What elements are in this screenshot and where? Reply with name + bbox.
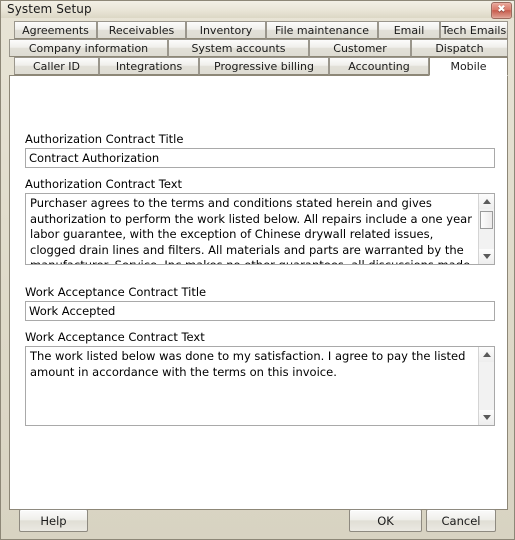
tab-label: Dispatch <box>435 41 484 55</box>
tab-panel-mobile: Authorization Contract Title Contract Au… <box>9 75 508 510</box>
tab-progressive-billing[interactable]: Progressive billing <box>199 57 329 75</box>
auth-contract-text-value: Purchaser agrees to the terms and condit… <box>30 196 472 265</box>
tab-label: Tech Emails <box>441 23 507 37</box>
scroll-down-icon[interactable] <box>479 249 494 264</box>
tab-caller-id[interactable]: Caller ID <box>14 57 99 75</box>
tab-control: Agreements Receivables Inventory File maint… <box>9 21 508 510</box>
tab-label: Customer <box>333 41 387 55</box>
tab-label: Progressive billing <box>214 59 314 73</box>
tab-label: Receivables <box>108 23 175 37</box>
tab-label: Caller ID <box>32 59 81 73</box>
work-acceptance-text-area[interactable]: The work listed below was done to my sat… <box>25 346 495 426</box>
tab-receivables[interactable]: Receivables <box>97 21 186 39</box>
auth-text-scrollbar[interactable] <box>478 194 494 264</box>
ok-button[interactable]: OK <box>349 509 422 532</box>
title-bar: System Setup ✖ <box>1 1 514 19</box>
scrollbar-thumb[interactable] <box>480 211 493 229</box>
work-acceptance-scrollbar[interactable] <box>478 347 494 425</box>
auth-contract-text-label: Authorization Contract Text <box>25 177 183 191</box>
system-setup-window: System Setup ✖ Agreements Receivables Inve… <box>0 0 515 540</box>
tab-label: Inventory <box>199 23 253 37</box>
scroll-up-icon[interactable] <box>479 347 494 362</box>
tab-row-3: Caller ID Integrations Progressive billing… <box>9 57 508 76</box>
scroll-down-icon[interactable] <box>479 410 494 425</box>
tab-row-2: Company information System accounts Custom… <box>9 39 508 57</box>
close-button[interactable]: ✖ <box>491 2 512 19</box>
tab-email[interactable]: Email <box>378 21 440 39</box>
tab-agreements[interactable]: Agreements <box>14 21 97 39</box>
tab-label: Agreements <box>22 23 89 37</box>
work-acceptance-title-input[interactable]: Work Accepted <box>25 301 495 321</box>
tab-company-information[interactable]: Company information <box>9 39 168 57</box>
work-acceptance-text-value: The work listed below was done to my sat… <box>30 349 466 379</box>
cancel-button[interactable]: Cancel <box>426 509 496 532</box>
tab-label: File maintenance <box>275 23 369 37</box>
tab-label: Company information <box>28 41 149 55</box>
tab-label: System accounts <box>191 41 286 55</box>
window-title: System Setup <box>7 2 92 16</box>
tab-label: Mobile <box>450 60 487 73</box>
tab-integrations[interactable]: Integrations <box>99 57 199 75</box>
tab-row-1: Agreements Receivables Inventory File maint… <box>9 21 508 39</box>
tab-dispatch[interactable]: Dispatch <box>411 39 508 57</box>
work-acceptance-text-label: Work Acceptance Contract Text <box>25 330 205 344</box>
tab-label: Accounting <box>348 59 410 73</box>
tab-customer[interactable]: Customer <box>309 39 411 57</box>
tab-mobile[interactable]: Mobile <box>429 57 508 76</box>
auth-contract-title-label: Authorization Contract Title <box>25 132 184 146</box>
work-acceptance-title-label: Work Acceptance Contract Title <box>25 285 207 299</box>
auth-contract-text-area[interactable]: Purchaser agrees to the terms and condit… <box>25 193 495 265</box>
tab-accounting[interactable]: Accounting <box>329 57 429 75</box>
tab-file-maintenance[interactable]: File maintenance <box>266 21 378 39</box>
scroll-up-icon[interactable] <box>479 194 494 209</box>
close-icon: ✖ <box>497 4 506 15</box>
tab-inventory[interactable]: Inventory <box>186 21 266 39</box>
tab-label: Email <box>393 23 425 37</box>
tab-label: Integrations <box>115 59 183 73</box>
help-button[interactable]: Help <box>19 509 88 532</box>
auth-contract-title-input[interactable]: Contract Authorization <box>25 148 495 168</box>
tab-system-accounts[interactable]: System accounts <box>168 39 309 57</box>
tab-tech-emails[interactable]: Tech Emails <box>440 21 508 39</box>
